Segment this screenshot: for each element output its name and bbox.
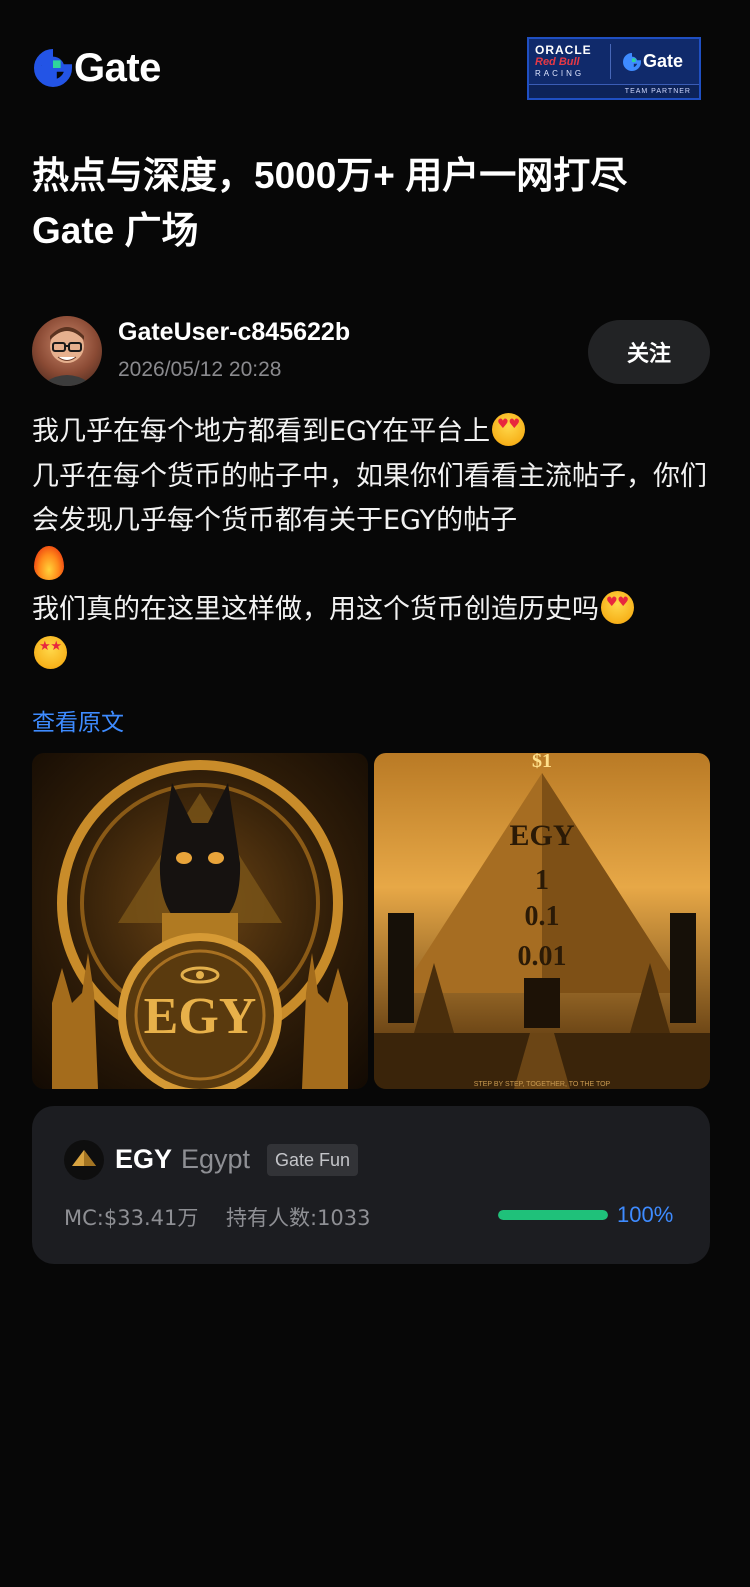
post-text-1: 我几乎在每个地方都看到EGY在平台上 [32, 416, 491, 447]
avatar[interactable] [32, 316, 102, 386]
pyramid-artwork-icon: $1 EGY 1 0.1 0.01 STEP BY STEP, TOGETHER… [374, 753, 710, 1089]
heart-eyes-emoji-icon [492, 413, 526, 446]
brand-name: Gate [74, 46, 161, 90]
header: Gate ORACLE Red Bull RACING Gate TEAM PA… [0, 0, 750, 120]
market-cap: MC:$33.41万 [64, 1206, 199, 1230]
gate-small-icon [623, 52, 641, 71]
username[interactable]: GateUser-c845622b [118, 318, 350, 347]
gate-logo[interactable]: Gate [34, 48, 161, 88]
partner-gate: Gate [643, 51, 684, 71]
gate-logo-icon [34, 49, 72, 87]
view-original-link[interactable]: 查看原文 [32, 703, 124, 737]
post-author: GateUser-c845622b 2026/05/12 20:28 关注 [32, 316, 718, 388]
fire-emoji-icon [34, 545, 64, 580]
post-text-3: 我们真的在这里这样做，用这个货币创造历史吗 [32, 594, 599, 625]
page-title: 热点与深度，5000万+ 用户一网打尽 Gate 广场 [32, 148, 722, 258]
bonding-progress-bar [498, 1210, 608, 1220]
headline-line2: Gate 广场 [32, 210, 199, 251]
bonding-progress-label: 100% [617, 1202, 674, 1227]
post-image-pyramid[interactable]: $1 EGY 1 0.1 0.01 STEP BY STEP, TOGETHER… [374, 753, 710, 1089]
post-images: EGY $1 EGY 1 0.1 0.01 STEP BY STEP, TOGE… [32, 753, 710, 1089]
pyramid-001-label: 0.01 [518, 941, 567, 972]
holders-count: 持有人数:1033 [226, 1206, 371, 1230]
post-paragraph-2: 几乎在每个货币的帖子中，如果你们看看主流帖子，你们会发现几乎每个货币都有关于EG… [32, 455, 712, 589]
partner-oracle: ORACLE [535, 43, 592, 57]
pyramid-coin-icon [72, 1150, 96, 1166]
post-timestamp: 2026/05/12 20:28 [118, 358, 282, 381]
left-image-egy-text: EGY [144, 988, 257, 1045]
heart-eyes-emoji-icon [601, 591, 634, 624]
post-paragraph-3: 我们真的在这里这样做，用这个货币创造历史吗 [32, 588, 712, 677]
coin-tag-badge: Gate Fun [267, 1144, 359, 1176]
coin-name: Egypt [181, 1144, 251, 1174]
partner-racing: RACING [535, 69, 585, 78]
pyramid-caption: STEP BY STEP, TOGETHER, TO THE TOP [474, 1081, 611, 1088]
egy-coin-logo-icon [64, 1140, 104, 1180]
egyptian-cat-artwork-icon: EGY [52, 760, 348, 1089]
post-paragraph-1: 我几乎在每个地方都看到EGY在平台上 [32, 410, 712, 455]
follow-button[interactable]: 关注 [588, 320, 710, 384]
partner-badge[interactable]: ORACLE Red Bull RACING Gate TEAM PARTNER [527, 37, 701, 100]
pyramid-01-label: 0.1 [525, 901, 560, 932]
post-body: 我几乎在每个地方都看到EGY在平台上 几乎在每个货币的帖子中，如果你们看看主流帖… [32, 410, 712, 677]
headline-line1: 热点与深度，5000万+ 用户一网打尽 [32, 155, 628, 196]
pyramid-1-label: 1 [535, 865, 549, 896]
avatar-portrait-icon [40, 327, 94, 386]
bonding-progress-fill [498, 1210, 608, 1220]
partner-caption: TEAM PARTNER [529, 84, 699, 98]
pyramid-egy-label: EGY [509, 819, 574, 852]
coin-symbol: EGY [115, 1144, 173, 1174]
post-text-2: 几乎在每个货币的帖子中，如果你们看看主流帖子，你们会发现几乎每个货币都有关于EG… [32, 460, 707, 537]
pyramid-dollar-label: $1 [532, 753, 552, 772]
post-image-cat[interactable]: EGY [32, 753, 368, 1089]
coin-card[interactable]: EGY Egypt Gate Fun MC:$33.41万 持有人数:1033 … [32, 1106, 710, 1264]
star-struck-emoji-icon [34, 635, 67, 669]
partner-redbull: Red Bull [535, 56, 580, 68]
